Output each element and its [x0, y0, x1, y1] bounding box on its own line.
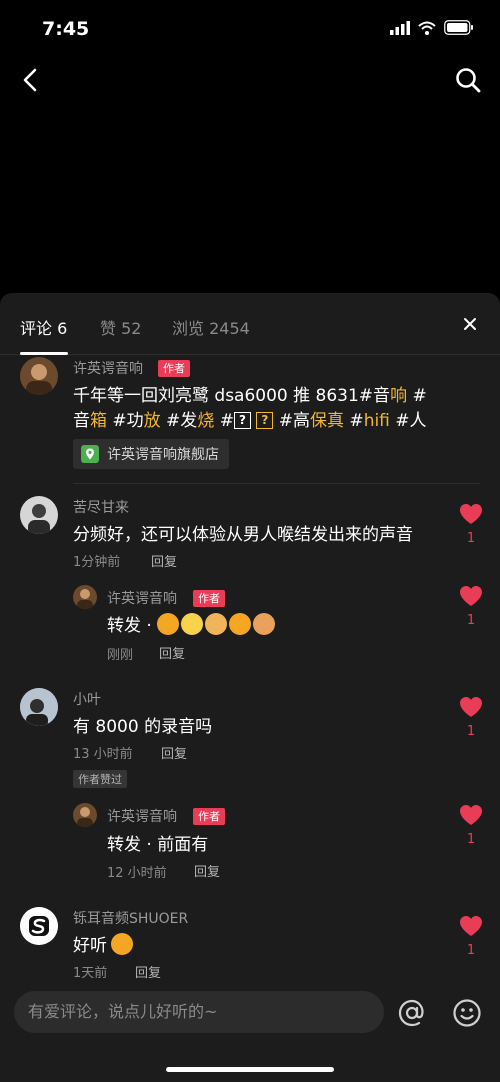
like-button[interactable]: 1	[458, 696, 484, 739]
heart-icon	[460, 697, 482, 717]
like-count: 1	[466, 613, 476, 628]
reply-text: 转发 ·	[107, 611, 277, 636]
clap-emoji	[205, 613, 228, 635]
comment-sheet: 评论 6 赞 52 浏览 2454 许英谔音响 作者 千年等一回刘亮鹭 dsa6…	[0, 293, 500, 1082]
thumbs-up-emoji	[111, 933, 133, 955]
author-tag: 作者	[193, 808, 225, 825]
like-button[interactable]: 1	[458, 585, 484, 628]
tab-likes[interactable]: 赞 52	[100, 315, 141, 339]
like-button[interactable]: 1	[458, 503, 484, 546]
post-divider	[73, 483, 480, 484]
comment-author-name[interactable]: 铄耳音频SHUOER	[73, 908, 188, 928]
reply-time: 刚刚	[107, 648, 134, 663]
shuoer-logo-icon	[20, 907, 58, 945]
heart-icon	[460, 916, 482, 936]
like-count: 1	[466, 943, 476, 958]
tab-comments[interactable]: 评论 6	[20, 315, 67, 339]
heart-icon	[460, 504, 482, 524]
search-icon[interactable]	[454, 66, 482, 94]
comment-author-name[interactable]: 苦尽甘来	[73, 497, 129, 517]
tab-bar: 评论 6 赞 52 浏览 2454	[0, 293, 500, 355]
close-icon[interactable]	[460, 314, 480, 334]
unknown-glyph-box: ?	[256, 412, 274, 429]
mention-icon[interactable]	[397, 998, 427, 1028]
comment-text: 分频好，还可以体验从男人喉结发出来的声音	[73, 525, 413, 545]
emoji-icon[interactable]	[452, 998, 482, 1028]
reply-button[interactable]: 回复	[194, 861, 220, 880]
shop-link[interactable]: 许英谔音响旗舰店	[73, 439, 229, 469]
reply-button[interactable]: 回复	[161, 743, 187, 762]
comment-time: 1天前	[73, 966, 108, 981]
top-nav	[0, 58, 500, 102]
like-count: 1	[466, 832, 476, 847]
like-count: 1	[466, 531, 476, 546]
tab-views[interactable]: 浏览 2454	[172, 315, 250, 339]
reply-button[interactable]: 回复	[151, 551, 177, 570]
author-tag: 作者	[158, 360, 190, 377]
comment-text: 有 8000 的录音吗	[73, 717, 213, 737]
reply-author-name[interactable]: 许英谔音响	[107, 806, 177, 826]
comment-input[interactable]: 有爱评论，说点儿好听的~	[14, 991, 384, 1033]
wifi-icon	[418, 21, 436, 35]
heart-icon	[460, 586, 482, 606]
comment-author-name[interactable]: 小叶	[73, 689, 101, 709]
reply-button[interactable]: 回复	[135, 962, 161, 981]
home-indicator[interactable]	[166, 1067, 334, 1072]
comment-avatar[interactable]	[20, 688, 58, 726]
back-icon[interactable]	[18, 66, 44, 94]
heart-icon	[460, 805, 482, 825]
unknown-glyph-box: ?	[233, 412, 251, 429]
like-button[interactable]: 1	[458, 804, 484, 847]
author-liked-badge: 作者赞过	[73, 770, 127, 788]
status-icons	[390, 20, 474, 35]
comment-avatar[interactable]	[20, 496, 58, 534]
like-count: 1	[466, 724, 476, 739]
shop-label: 许英谔音响旗舰店	[107, 447, 219, 463]
status-bar: 7:45	[0, 0, 500, 56]
comment-text: 好听	[73, 931, 135, 956]
signal-icon	[390, 20, 410, 35]
comment-avatar[interactable]	[20, 907, 58, 945]
thumbs-up-emoji	[229, 613, 252, 635]
post-text-line-1: 千年等一回刘亮鹭 dsa6000 推 8631#音响 #	[73, 386, 427, 406]
reply-avatar[interactable]	[73, 803, 97, 827]
reply-avatar[interactable]	[73, 585, 97, 609]
reply-time: 12 小时前	[107, 866, 167, 881]
comment-time: 13 小时前	[73, 747, 133, 762]
reply-author-name[interactable]: 许英谔音响	[107, 588, 177, 608]
post-author-name[interactable]: 许英谔音响	[73, 358, 143, 378]
grin-emoji	[181, 613, 204, 635]
post-text-line-2: 音箱 #功放 #发烧 #? ? #高保真 #hifi #人	[73, 411, 427, 431]
reply-text: 转发 · 前面有	[107, 835, 209, 855]
author-tag: 作者	[193, 590, 225, 607]
comment-input-bar: 有爱评论，说点儿好听的~	[0, 980, 500, 1082]
post-author-avatar[interactable]	[20, 357, 58, 395]
status-time: 7:45	[42, 18, 90, 40]
comment-time: 1分钟前	[73, 555, 121, 570]
battery-icon	[444, 20, 473, 35]
handshake-emoji	[253, 613, 276, 635]
like-button[interactable]: 1	[458, 915, 484, 958]
thumbs-up-emoji	[157, 613, 180, 635]
tab-indicator	[20, 352, 68, 355]
reply-button[interactable]: 回复	[159, 643, 185, 662]
location-pin-icon	[81, 445, 99, 463]
